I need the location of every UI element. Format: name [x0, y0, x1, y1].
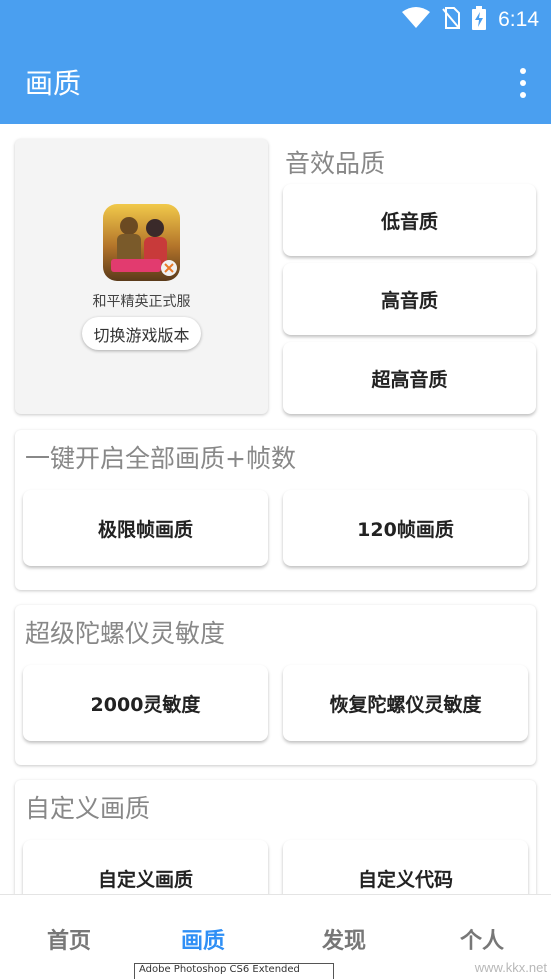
- status-bar: 6:14: [0, 0, 551, 40]
- gyro-2000-button[interactable]: 2000灵敏度: [23, 665, 268, 741]
- no-sim-icon: [442, 7, 461, 33]
- nav-quality[interactable]: 画质: [181, 923, 225, 955]
- battery-charging-icon: [472, 6, 487, 34]
- bottom-nav: 首页 画质 发现 个人 Adobe Photoshop CS6 Extended…: [0, 894, 551, 979]
- tooltip: Adobe Photoshop CS6 Extended: [134, 963, 334, 979]
- custom-quality-button[interactable]: 自定义画质: [23, 840, 268, 894]
- nav-home[interactable]: 首页: [47, 923, 91, 955]
- custom-title: 自定义画质: [25, 794, 151, 823]
- more-vert-icon[interactable]: [517, 68, 529, 98]
- one-click-title: 一键开启全部画质+帧数: [25, 444, 296, 473]
- game-name: 和平精英正式服: [92, 294, 191, 310]
- page-title: 画质: [25, 67, 82, 100]
- app-bar: 画质: [0, 40, 551, 124]
- switch-version-button[interactable]: 切换游戏版本: [82, 317, 201, 350]
- gyro-title: 超级陀螺仪灵敏度: [25, 619, 226, 648]
- status-time: 6:14: [498, 8, 539, 31]
- high-audio-button[interactable]: 高音质: [283, 263, 536, 335]
- watermark: www.kkx.net: [474, 960, 547, 975]
- sound-quality-title: 音效品质: [285, 149, 386, 178]
- ultra-audio-button[interactable]: 超高音质: [283, 342, 536, 414]
- nav-discover[interactable]: 发现: [322, 923, 366, 955]
- extreme-fps-button[interactable]: 极限帧画质: [23, 490, 268, 566]
- custom-code-button[interactable]: 自定义代码: [283, 840, 528, 894]
- low-audio-button[interactable]: 低音质: [283, 184, 536, 256]
- game-app-icon: [103, 204, 180, 281]
- game-card: 和平精英正式服 切换游戏版本: [15, 139, 268, 414]
- nav-profile[interactable]: 个人: [460, 923, 504, 955]
- fps120-button[interactable]: 120帧画质: [283, 490, 528, 566]
- status-icons: 6:14: [402, 6, 539, 34]
- restore-gyro-button[interactable]: 恢复陀螺仪灵敏度: [283, 665, 528, 741]
- wifi-icon: [402, 7, 431, 33]
- main-content[interactable]: 和平精英正式服 切换游戏版本 音效品质 低音质 高音质 超高音质 一键开启全部画…: [0, 124, 551, 894]
